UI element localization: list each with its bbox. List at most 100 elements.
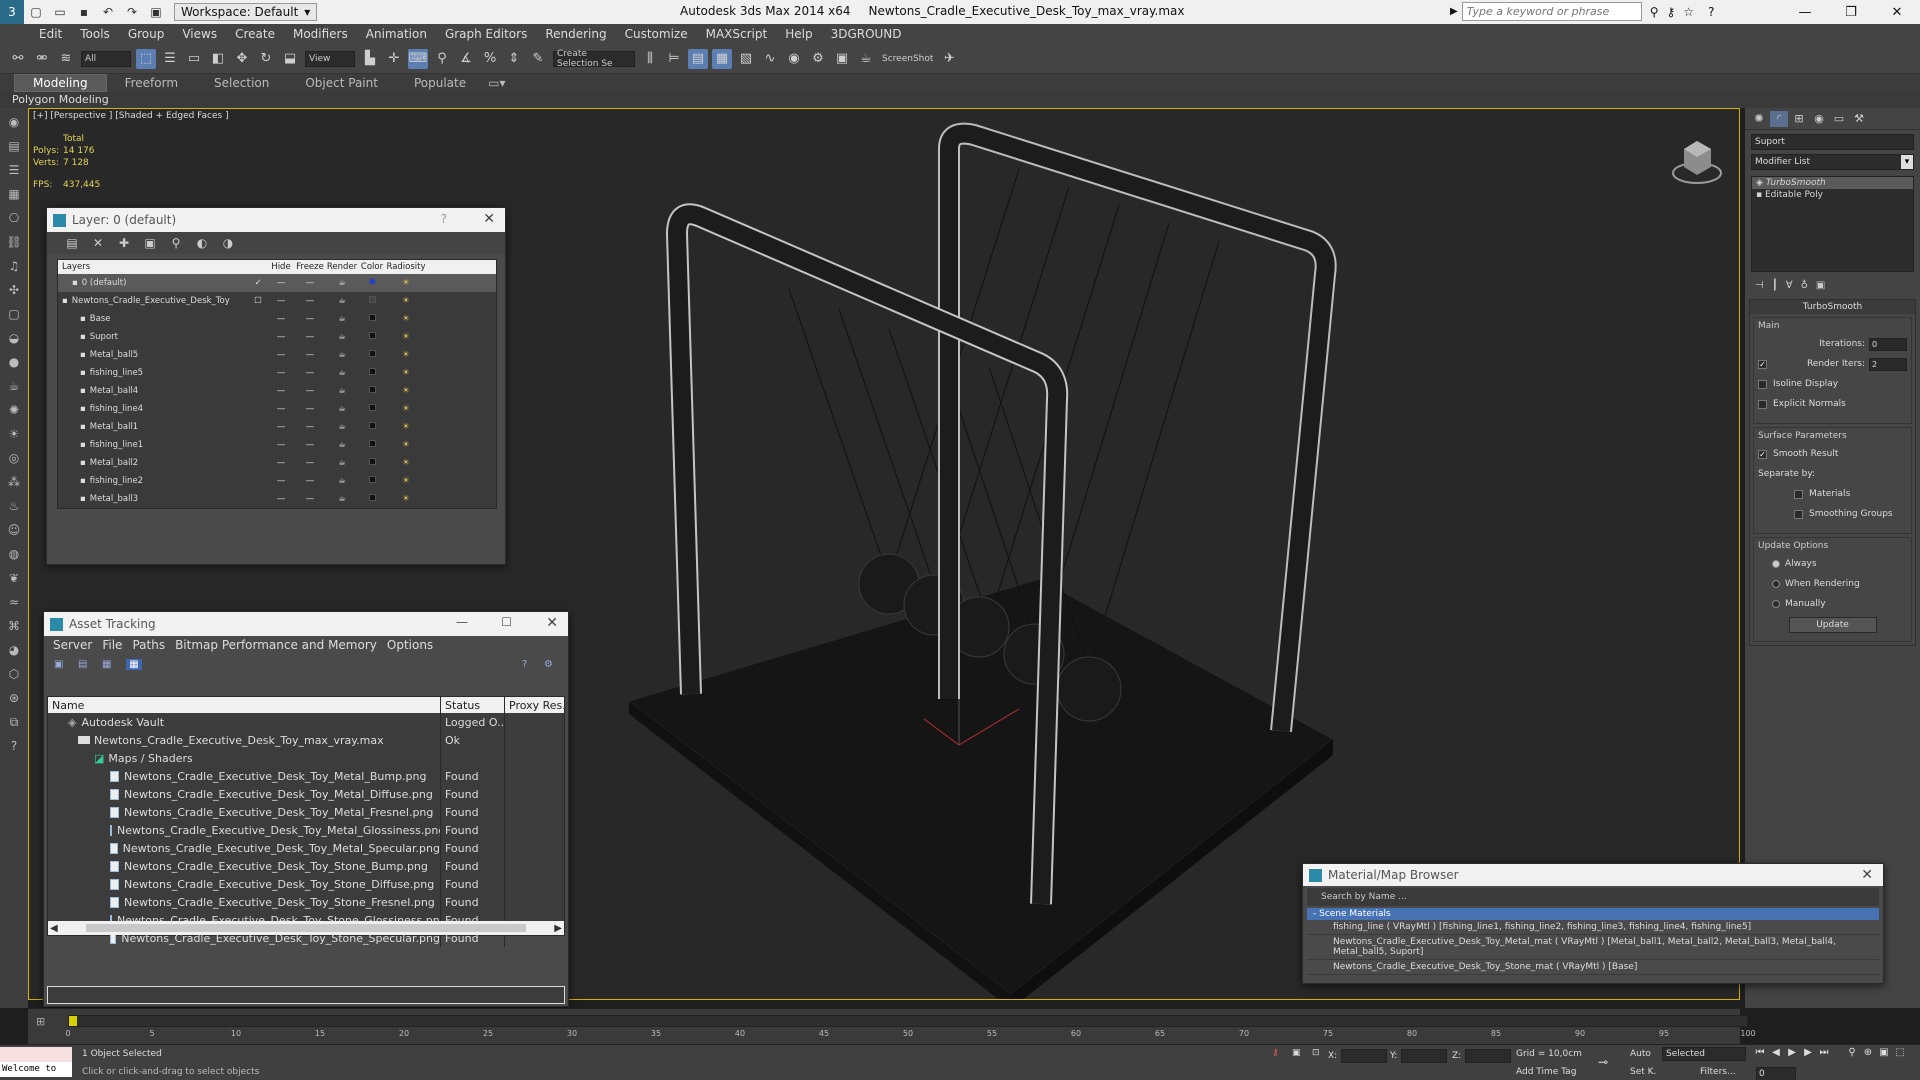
asset-row[interactable]: Newtons_Cradle_Executive_Desk_Toy_Stone_… [48,893,564,911]
teapot-icon[interactable]: ☕ [326,476,358,486]
teapot-icon[interactable]: ☕ [326,332,358,342]
graphite-toolset-icon[interactable]: ▧ [736,49,756,69]
radiosity-icon[interactable]: ☀ [386,296,426,306]
asset-row[interactable]: Newtons_Cradle_Executive_Desk_Toy_Stone_… [48,875,564,893]
scroll-thumb[interactable] [86,924,526,932]
material-browser-header[interactable]: Material/Map Browser ✕ [1303,864,1883,886]
detail-view-icon[interactable]: ▦ [126,658,142,670]
radiosity-icon[interactable]: ☀ [386,440,426,450]
help-circle-icon[interactable]: ? [4,736,24,756]
time-slider-thumb[interactable] [69,1016,77,1026]
teapot-icon[interactable]: ☕ [326,386,358,396]
move-icon[interactable]: ✥ [232,49,252,69]
teapot-icon[interactable]: ☕ [326,458,358,468]
freeze-toggle[interactable]: — [294,422,326,432]
radiosity-icon[interactable]: ☀ [386,494,426,504]
shape-icon[interactable]: ◎ [4,448,24,468]
hide-toggle[interactable]: — [268,386,294,396]
teapot-icon[interactable]: ☕ [326,350,358,360]
update-button[interactable]: Update [1788,617,1877,633]
asset-row[interactable]: Newtons_Cradle_Executive_Desk_Toy_Metal_… [48,767,564,785]
menu-modifiers[interactable]: Modifiers [284,27,357,41]
close-icon[interactable]: ✕ [1861,867,1873,883]
align-icon[interactable]: ⊨ [664,49,684,69]
menu-graph-editors[interactable]: Graph Editors [436,27,536,41]
mirror-icon[interactable]: ⫼ [640,49,660,69]
asset-menu-server[interactable]: Server [48,638,97,652]
asset-menu-options[interactable]: Options [382,638,438,652]
hide-all-icon[interactable]: ◐ [194,236,210,250]
key-filter-dropdown[interactable]: Selected [1662,1047,1746,1061]
undo-icon[interactable]: ↶ [98,3,118,21]
sun-icon[interactable]: ☀ [4,424,24,444]
object-name-field[interactable]: Suport [1751,134,1914,150]
asset-row[interactable]: ◪ Maps / Shaders [48,749,564,767]
listener-input[interactable]: Welcome to [0,1062,72,1077]
asset-row[interactable]: Newtons_Cradle_Executive_Desk_Toy_Metal_… [48,821,564,839]
reference-coord-dropdown[interactable]: View [305,50,355,67]
create-layer-icon[interactable]: ▤ [64,236,80,250]
layer-row[interactable]: ▪ Metal_ball2— — ☕ ☀ [58,454,496,472]
color-swatch[interactable] [358,458,386,468]
refresh-icon[interactable]: ▣ [54,659,70,670]
rotate-icon[interactable]: ↻ [256,49,276,69]
zoom-extents-icon[interactable]: ▣ [1876,1047,1892,1058]
add-time-tag[interactable]: Add Time Tag [1516,1067,1576,1077]
sphere-icon[interactable]: ● [4,352,24,372]
select-by-name-icon[interactable]: ☰ [160,49,180,69]
asset-row[interactable]: Newtons_Cradle_Executive_Desk_Toy_Metal_… [48,785,564,803]
zoom-all-icon[interactable]: ⊕ [1860,1047,1876,1058]
create-tab-icon[interactable]: ✺ [1750,111,1768,127]
list-icon[interactable]: ☰ [4,160,24,180]
color-swatch[interactable] [358,422,386,432]
scroll-right-icon[interactable]: ▶ [554,923,562,934]
hide-toggle[interactable]: — [268,476,294,486]
menu-maxscript[interactable]: MAXScript [697,27,777,41]
next-frame-icon[interactable]: ▶ [1800,1047,1816,1058]
menu-group[interactable]: Group [119,27,174,41]
eye-icon[interactable]: ◉ [4,112,24,132]
highlight-layer-icon[interactable]: ⚲ [168,236,184,250]
freeze-toggle[interactable]: — [294,350,326,360]
spinner-snap-icon[interactable]: ⇕ [504,49,524,69]
project-folder-icon[interactable]: ▣ [146,3,166,21]
time-slider[interactable] [68,1015,1748,1027]
current-frame-field[interactable]: 0 [1756,1067,1796,1080]
layer-row[interactable]: ▪ Base — — ☕ ☀ [58,310,496,328]
pivot-center-icon[interactable]: ▙ [360,49,380,69]
asset-row[interactable]: ◈ Autodesk Vault Logged O... [48,713,564,731]
maxscript-listener[interactable]: Welcome to [0,1047,72,1079]
layer-row[interactable]: ▪ fishing_line5— — ☕ ☀ [58,364,496,382]
hide-toggle[interactable]: — [268,296,294,306]
hide-toggle[interactable]: — [268,278,294,288]
configure-sets-icon[interactable]: ▣ [1816,280,1825,291]
render-iters-spinner[interactable]: 2 [1869,357,1907,371]
color-swatch[interactable] [358,368,386,378]
when-rendering-radio[interactable] [1772,580,1780,588]
screenshot-label[interactable]: ScreenShot [882,54,933,64]
selection-lock-icon[interactable]: ▣ [1292,1048,1301,1058]
remove-modifier-icon[interactable]: ♁ [1801,280,1808,291]
layer-row[interactable]: ▪ Suport — — ☕ ☀ [58,328,496,346]
close-button[interactable]: ✕ [1874,0,1920,24]
plus-icon[interactable]: ▪ [1756,190,1762,200]
help-icon[interactable]: ? [1708,5,1714,19]
list-view-icon[interactable]: ▤ [78,659,94,670]
help-search-input[interactable] [1461,2,1642,21]
radiosity-icon[interactable]: ☀ [386,422,426,432]
radiosity-icon[interactable]: ☀ [386,458,426,468]
radiosity-icon[interactable]: ☀ [386,332,426,342]
isoline-checkbox[interactable] [1758,379,1767,389]
hide-toggle[interactable]: — [268,422,294,432]
hide-toggle[interactable]: — [268,314,294,324]
stack-item-editable-poly[interactable]: ▪ Editable Poly [1752,189,1913,201]
layer-row[interactable]: ▪ fishing_line1— — ☕ ☀ [58,436,496,454]
scale-icon[interactable]: ⬓ [280,49,300,69]
explicit-normals-checkbox[interactable] [1758,399,1767,409]
hide-toggle[interactable]: — [268,404,294,414]
col-hide[interactable]: Hide [268,262,294,272]
plane-icon[interactable]: ◒ [4,328,24,348]
menu-views[interactable]: Views [173,27,226,41]
display-tab-icon[interactable]: ▭ [1830,111,1848,127]
teapot-icon[interactable]: ☕ [326,440,358,450]
